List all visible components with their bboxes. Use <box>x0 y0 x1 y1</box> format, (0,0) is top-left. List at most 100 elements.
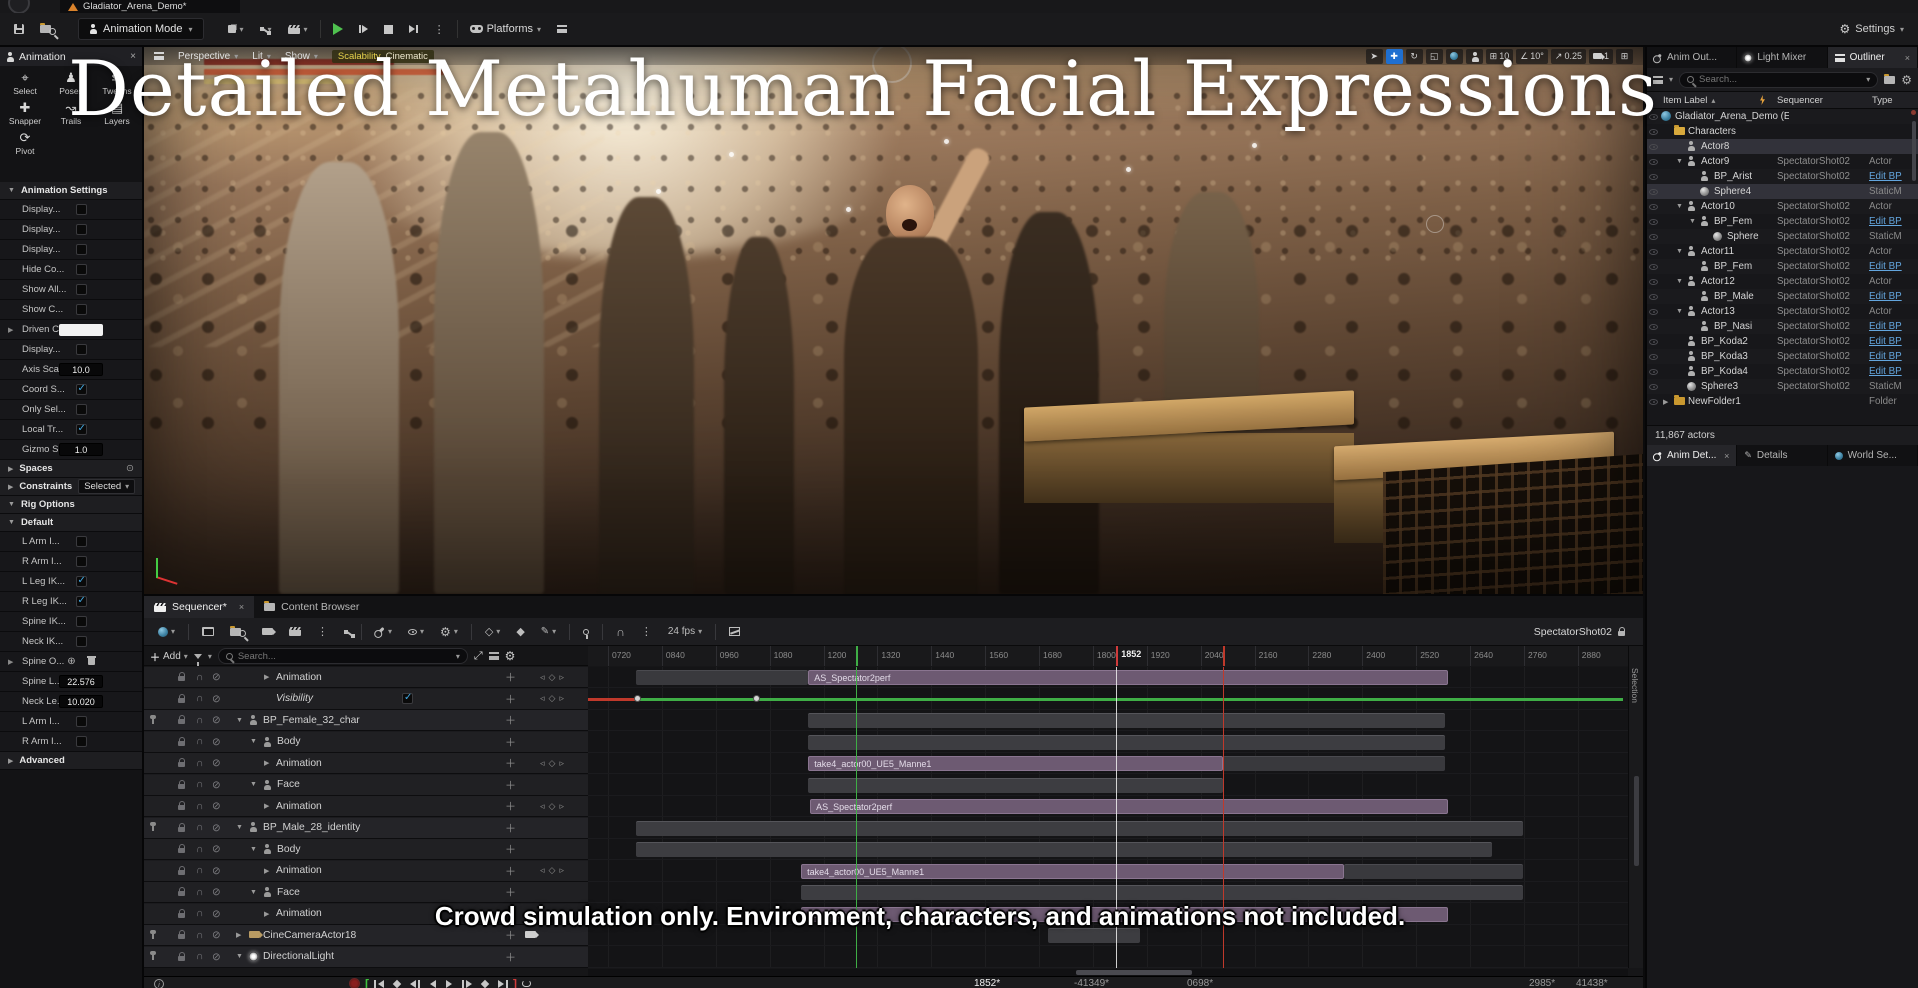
snap-options-icon[interactable]: ⋮ <box>635 621 658 643</box>
edit-bp-link[interactable]: Edit BP <box>1869 171 1917 182</box>
pin-icon[interactable] <box>152 716 154 724</box>
platforms-button[interactable]: Platforms ▾ <box>462 17 549 41</box>
visibility-eye-icon[interactable] <box>1649 354 1658 360</box>
track-row-bp-male-28-identity[interactable]: ∩ ⊘ ▼ BP_Male_28_identity ＋ <box>144 818 588 839</box>
scalability-badge[interactable]: ScalabilityCinematic <box>332 50 434 63</box>
record-button[interactable] <box>349 978 360 988</box>
timeline-area[interactable]: AS_Spectator2perf take4_actor00_UE5_Manne… <box>588 667 1628 968</box>
perspective-menu[interactable]: Perspective▾ <box>178 51 238 62</box>
browse-sequence-button[interactable] <box>224 621 252 643</box>
sequencer-world-button[interactable]: ▾ <box>152 621 181 643</box>
visibility-eye-icon[interactable] <box>1649 309 1658 315</box>
solo-icon[interactable]: ∩ <box>196 887 203 898</box>
checkbox[interactable] <box>76 384 87 395</box>
lit-menu[interactable]: Lit▾ <box>252 51 271 62</box>
filter-chevron[interactable]: ▾ <box>208 652 212 661</box>
expander-icon[interactable]: ▼ <box>236 953 243 960</box>
section-bar[interactable] <box>1344 864 1523 879</box>
add-circle-icon[interactable]: ⊕ <box>67 656 75 667</box>
key-nav-icons[interactable]: ◃◇▹ <box>540 758 568 769</box>
section-advanced[interactable]: ▶Advanced <box>0 752 142 770</box>
expander-icon[interactable]: ▼ <box>250 781 257 788</box>
eject-button[interactable] <box>401 17 426 41</box>
solo-icon[interactable]: ∩ <box>196 779 203 790</box>
section-constraints[interactable]: ▶ConstraintsSelected▾ <box>0 478 142 496</box>
tab-anim-outliner[interactable]: Anim Out... <box>1647 47 1737 68</box>
tab-content-browser[interactable]: Content Browser <box>254 596 369 618</box>
timeline-row[interactable] <box>588 818 1628 839</box>
timeline-row[interactable] <box>588 839 1628 860</box>
track-row-body[interactable]: ∩ ⊘ ▼ Body ＋ <box>144 839 588 860</box>
checkbox[interactable] <box>76 224 87 235</box>
visibility-eye-icon[interactable] <box>1649 264 1658 270</box>
timeline-row[interactable] <box>588 775 1628 796</box>
add-section-icon[interactable]: ＋ <box>505 906 516 922</box>
info-icon[interactable]: i <box>154 979 164 988</box>
solo-icon[interactable]: ∩ <box>196 801 203 812</box>
edit-bp-link[interactable]: Edit BP <box>1869 336 1917 347</box>
add-section-icon[interactable]: ＋ <box>505 734 516 750</box>
loop-button[interactable] <box>522 980 531 987</box>
expander-icon[interactable]: ▼ <box>1676 278 1683 285</box>
visibility-checkbox[interactable] <box>402 693 413 704</box>
color-swatch[interactable] <box>59 324 103 336</box>
expander-icon[interactable]: ▼ <box>250 889 257 896</box>
grid-snap-button[interactable]: ⊞ 10 <box>1486 49 1514 64</box>
solo-icon[interactable]: ∩ <box>196 693 203 704</box>
outliner-row-bp-koda3[interactable]: BP_Koda3 SpectatorShot02 Edit BP <box>1647 349 1918 364</box>
step-forward-button[interactable] <box>462 980 472 988</box>
outliner-row-actor8[interactable]: Actor8 <box>1647 139 1918 154</box>
expander-icon[interactable]: ▶ <box>236 931 241 939</box>
section-bar-take4-actor00-ue5-manne1[interactable]: take4_actor00_UE5_Manne1 <box>808 756 1223 771</box>
current-frame[interactable]: 1852* <box>974 978 1000 988</box>
track-row-animation[interactable]: ∩ ⊘ ▶ Animation ＋ ◃◇▹ <box>144 904 588 925</box>
add-track-button[interactable]: ＋Add▾ <box>150 649 188 664</box>
outliner-search-input[interactable]: Search... ▾ <box>1679 72 1878 88</box>
camera-cut-icon[interactable] <box>525 930 536 941</box>
track-row-directionallight[interactable]: ∩ ⊘ ▼ DirectionalLight ＋ <box>144 947 588 968</box>
expander-icon[interactable]: ▼ <box>236 717 243 724</box>
expander-icon[interactable]: ▶ <box>264 802 269 810</box>
lock-icon[interactable] <box>178 908 185 919</box>
mute-icon[interactable]: ⊘ <box>212 929 221 941</box>
track-row-face[interactable]: ∩ ⊘ ▼ Face ＋ <box>144 882 588 903</box>
level-tab[interactable]: Gladiator_Arena_Demo* <box>60 0 240 13</box>
tool-snapper[interactable]: ✚Snapper <box>2 100 48 126</box>
column-item-label[interactable]: Item Label <box>1663 95 1707 106</box>
mute-icon[interactable]: ⊘ <box>212 908 221 920</box>
checkbox[interactable] <box>76 404 87 415</box>
solo-icon[interactable]: ∩ <box>196 736 203 747</box>
timeline-row[interactable] <box>588 689 1628 710</box>
camera-speed-button[interactable]: 1 <box>1589 49 1613 64</box>
section-bar[interactable] <box>636 842 1493 857</box>
expander-icon[interactable]: ▼ <box>250 738 257 745</box>
outliner-row-sphere4[interactable]: Sphere4 StaticM <box>1647 184 1918 199</box>
visibility-eye-icon[interactable] <box>1649 159 1658 165</box>
checkbox[interactable] <box>76 556 87 567</box>
show-menu[interactable]: Show▾ <box>285 51 318 62</box>
expander-icon[interactable]: ▶ <box>264 759 269 767</box>
outliner-row-actor13[interactable]: ▼ Actor13 SpectatorShot02 Actor <box>1647 304 1918 319</box>
select-tool-button[interactable]: ➤ <box>1366 49 1383 64</box>
outliner-column-headers[interactable]: Item Label ▴ Sequencer Type <box>1647 92 1918 109</box>
visibility-eye-icon[interactable] <box>1649 249 1658 255</box>
timeline-row[interactable]: take4_actor00_UE5_Manne1 <box>588 753 1628 774</box>
outliner-row-bp-fem[interactable]: ▼ BP_Fem SpectatorShot02 Edit BP <box>1647 214 1918 229</box>
solo-icon[interactable]: ∩ <box>196 951 203 962</box>
save-button[interactable] <box>6 17 32 41</box>
column-sequencer[interactable]: Sequencer <box>1777 95 1823 106</box>
new-folder-button[interactable] <box>1884 76 1895 84</box>
visibility-eye-icon[interactable] <box>1649 114 1658 120</box>
close-icon[interactable]: × <box>130 51 136 62</box>
tab-sequencer[interactable]: Sequencer*× <box>144 596 254 618</box>
cinematics-button[interactable]: ▾ <box>280 17 316 41</box>
section-bar-take4-actor00-ue5-manne1[interactable]: take4_actor00_UE5_Manne1 <box>801 864 1344 879</box>
track-row-animation[interactable]: ∩ ⊘ ▶ Animation ＋ ◃◇▹ <box>144 753 588 774</box>
timeline-row[interactable]: AS_Spectator2perf <box>588 796 1628 817</box>
sequencer-settings-button[interactable]: ▾ <box>369 621 398 643</box>
add-section-icon[interactable]: ＋ <box>505 927 516 943</box>
outliner-row-newfolder1[interactable]: ▶ NewFolder1 Folder <box>1647 394 1918 409</box>
timeline-row[interactable] <box>588 925 1628 946</box>
section-spaces[interactable]: ▶Spaces⊙ <box>0 460 142 478</box>
solo-icon[interactable]: ∩ <box>196 908 203 919</box>
